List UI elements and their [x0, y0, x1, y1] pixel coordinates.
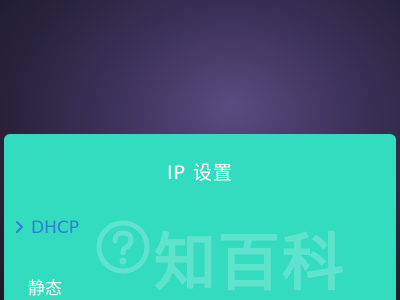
option-label-static: 静态: [28, 279, 62, 299]
option-dhcp[interactable]: DHCP: [4, 210, 396, 246]
screen: IP 设置 DHCP 静态 知百科: [0, 0, 400, 300]
chevron-right-icon: [16, 221, 23, 233]
option-label-dhcp: DHCP: [31, 218, 79, 238]
option-static[interactable]: 静态: [4, 266, 396, 300]
ip-settings-dialog: IP 设置 DHCP 静态: [4, 134, 396, 300]
dialog-title: IP 设置: [166, 162, 234, 184]
